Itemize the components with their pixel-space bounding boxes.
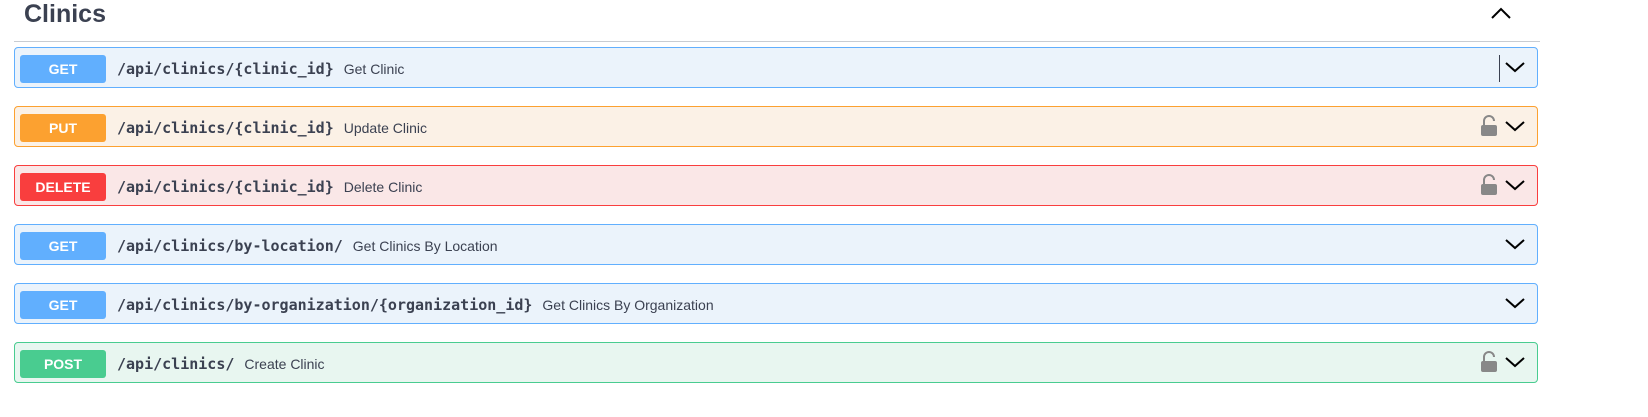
section-header[interactable]: Clinics bbox=[14, 0, 1540, 42]
path-text: /api/clinics/{clinic_id} bbox=[117, 60, 334, 78]
path-text: /api/clinics/by-location/ bbox=[117, 237, 343, 255]
operation-path: /api/clinics/by-location/Get Clinics By … bbox=[117, 236, 498, 256]
operation-create-clinic[interactable]: POST /api/clinics/Create Clinic bbox=[14, 342, 1538, 383]
operation-get-clinics-by-location[interactable]: GET /api/clinics/by-location/Get Clinics… bbox=[14, 224, 1538, 265]
chevron-up-icon[interactable] bbox=[1488, 2, 1514, 24]
operation-summary: Get Clinics By Location bbox=[352, 238, 498, 254]
method-badge: GET bbox=[20, 232, 106, 260]
operation-summary: Update Clinic bbox=[343, 120, 428, 136]
operation-path: /api/clinics/{clinic_id} Get Clinic bbox=[117, 59, 404, 79]
divider bbox=[1499, 55, 1500, 82]
lock-open-icon[interactable] bbox=[1480, 115, 1498, 137]
chevron-down-icon[interactable] bbox=[1503, 58, 1527, 76]
lock-open-icon[interactable] bbox=[1480, 351, 1498, 373]
operation-path: /api/clinics/Create Clinic bbox=[117, 354, 325, 374]
path-text: /api/clinics/ bbox=[117, 355, 235, 373]
path-text: /api/clinics/by-organization/{organizati… bbox=[117, 296, 533, 314]
chevron-down-icon[interactable] bbox=[1503, 353, 1527, 371]
operation-summary: Get Clinics By Organization bbox=[542, 297, 714, 313]
method-badge: PUT bbox=[20, 114, 106, 142]
operation-summary: Create Clinic bbox=[244, 356, 325, 372]
chevron-down-icon[interactable] bbox=[1503, 176, 1527, 194]
chevron-down-icon[interactable] bbox=[1503, 294, 1527, 312]
method-badge: GET bbox=[20, 291, 106, 319]
method-badge: DELETE bbox=[20, 173, 106, 201]
path-text: /api/clinics/{clinic_id} bbox=[117, 119, 334, 137]
method-badge: GET bbox=[20, 55, 106, 83]
operation-path: /api/clinics/{clinic_id} Update Clinic bbox=[117, 118, 427, 138]
operation-path: /api/clinics/{clinic_id} Delete Clinic bbox=[117, 177, 422, 197]
chevron-down-icon[interactable] bbox=[1503, 117, 1527, 135]
operation-path: /api/clinics/by-organization/{organizati… bbox=[117, 295, 714, 315]
operation-get-clinics-by-organization[interactable]: GET /api/clinics/by-organization/{organi… bbox=[14, 283, 1538, 324]
operation-summary: Delete Clinic bbox=[343, 179, 423, 195]
operation-get-clinic[interactable]: GET /api/clinics/{clinic_id} Get Clinic bbox=[14, 47, 1538, 88]
operation-update-clinic[interactable]: PUT /api/clinics/{clinic_id} Update Clini… bbox=[14, 106, 1538, 147]
section-title: Clinics bbox=[24, 0, 106, 28]
lock-open-icon[interactable] bbox=[1480, 174, 1498, 196]
operation-summary: Get Clinic bbox=[343, 61, 405, 77]
operation-delete-clinic[interactable]: DELETE /api/clinics/{clinic_id} Delete Cl… bbox=[14, 165, 1538, 206]
chevron-down-icon[interactable] bbox=[1503, 235, 1527, 253]
method-badge: POST bbox=[20, 350, 106, 378]
path-text: /api/clinics/{clinic_id} bbox=[117, 178, 334, 196]
